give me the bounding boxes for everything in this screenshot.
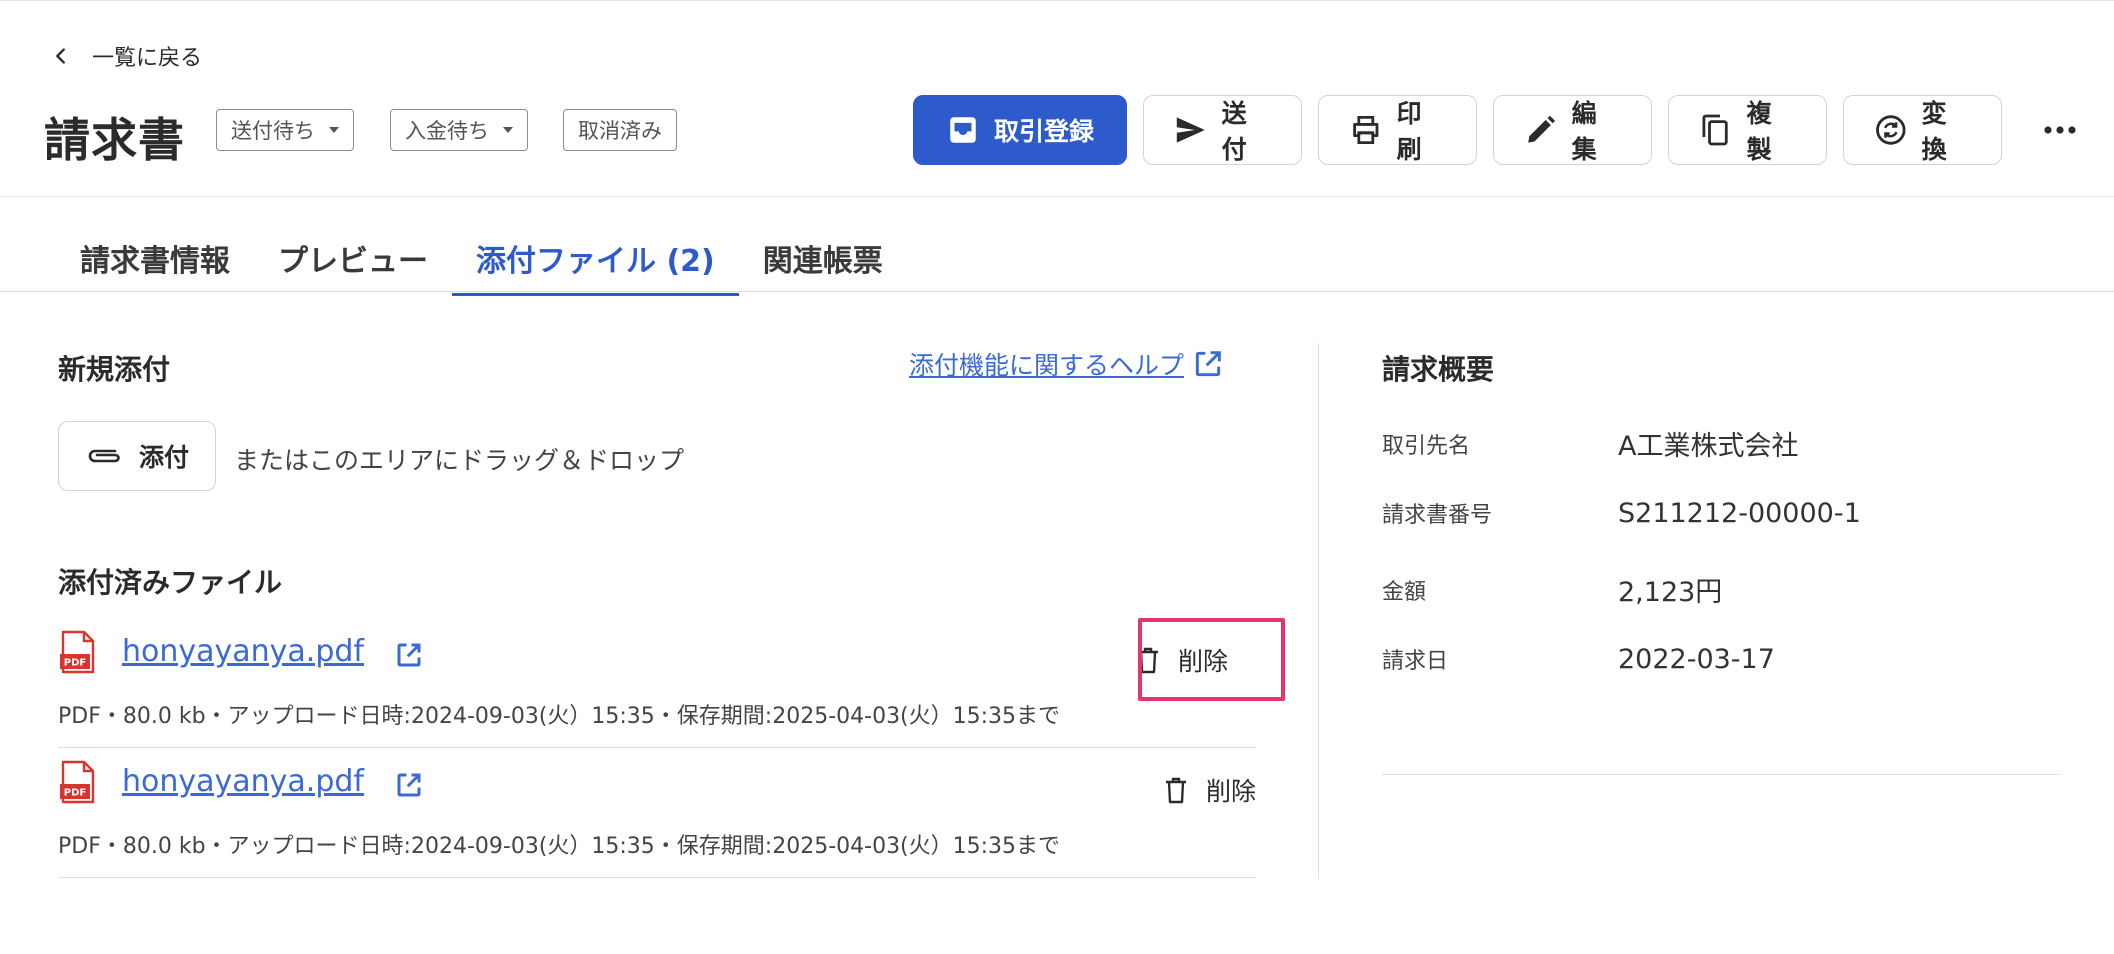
help-link-label: 添付機能に関するヘルプ — [909, 351, 1185, 380]
status-label: 入金待ち — [405, 119, 489, 143]
copy-icon — [1702, 114, 1728, 146]
file-meta: PDF・80.0 kb・アップロード日時:2024-09-03(火）15:35・… — [58, 834, 1061, 859]
svg-text:PDF: PDF — [64, 658, 86, 669]
tab-preview[interactable]: プレビュー — [254, 236, 452, 292]
attach-button[interactable]: 添付 — [58, 421, 216, 491]
delete-file-button[interactable]: 削除 — [1136, 642, 1228, 678]
button-label: 複製 — [1746, 99, 1772, 164]
delete-label: 削除 — [1205, 777, 1256, 806]
delete-file-button[interactable]: 削除 — [1164, 772, 1256, 808]
caret-down-icon — [503, 127, 513, 133]
delete-label: 削除 — [1177, 647, 1228, 676]
summary-divider — [1382, 774, 2059, 775]
tab-attachments[interactable]: 添付ファイル (2) — [452, 236, 739, 296]
status-label: 取消済み — [578, 119, 662, 143]
register-transaction-button[interactable]: 取引登録 — [913, 95, 1127, 165]
top-border — [0, 0, 2114, 1]
convert-icon — [1876, 115, 1906, 145]
tab-invoice-info[interactable]: 請求書情報 — [56, 236, 254, 292]
file-meta: PDF・80.0 kb・アップロード日時:2024-09-03(火）15:35・… — [58, 704, 1061, 729]
trash-icon — [1165, 777, 1186, 804]
tab-divider — [0, 291, 2114, 292]
pdf-file-icon: PDF — [60, 760, 95, 804]
attachment-help-link[interactable]: 添付機能に関するヘルプ — [909, 346, 1224, 382]
status-cancelled-badge: 取消済み — [563, 109, 677, 151]
trash-icon — [1137, 647, 1158, 674]
file-name-link[interactable]: honyayanya.pdf — [122, 764, 364, 799]
page-title: 請求書 — [44, 113, 185, 167]
status-payment-dropdown[interactable]: 入金待ち — [390, 109, 528, 151]
more-horizontal-icon — [2044, 126, 2076, 134]
tab-related-documents[interactable]: 関連帳票 — [739, 236, 907, 292]
new-attachment-title: 新規添付 — [58, 353, 171, 386]
summary-row-client: 取引先名 A工業株式会社 — [1382, 424, 1798, 463]
status-send-dropdown[interactable]: 送付待ち — [216, 109, 354, 151]
action-toolbar: 取引登録 送付 印刷 編集 複製 変換 — [913, 95, 2002, 165]
pdf-file-icon: PDF — [60, 630, 95, 674]
summary-key: 金額 — [1382, 579, 1427, 605]
button-label: 変換 — [1921, 99, 1947, 164]
open-external-icon[interactable] — [394, 640, 424, 670]
summary-row-amount: 金額 2,123円 — [1382, 570, 1722, 609]
send-icon — [1176, 117, 1205, 143]
summary-row-invoice-number: 請求書番号 S211212-00000-1 — [1382, 497, 1861, 529]
back-link[interactable]: 一覧に戻る — [50, 40, 202, 72]
invoice-summary-title: 請求概要 — [1382, 353, 1495, 386]
summary-value: S211212-00000-1 — [1618, 497, 1861, 529]
file-name-link[interactable]: honyayanya.pdf — [122, 634, 364, 669]
header-divider — [0, 196, 2114, 197]
more-menu-button[interactable] — [2038, 110, 2082, 150]
tab-bar: 請求書情報 プレビュー 添付ファイル (2) 関連帳票 — [56, 236, 907, 296]
attached-files-title: 添付済みファイル — [58, 566, 283, 599]
pencil-icon — [1528, 115, 1556, 143]
print-button[interactable]: 印刷 — [1318, 95, 1477, 165]
attach-button-label: 添付 — [138, 443, 189, 472]
printer-icon — [1353, 116, 1379, 144]
edit-button[interactable]: 編集 — [1493, 95, 1652, 165]
summary-value: A工業株式会社 — [1618, 431, 1799, 462]
button-label: 印刷 — [1396, 99, 1422, 164]
attached-file-row: PDF honyayanya.pdf PDF・80.0 kb・アップロード日時:… — [58, 748, 1256, 878]
inbox-icon — [950, 117, 976, 143]
external-link-icon — [1195, 351, 1221, 377]
button-label: 取引登録 — [993, 117, 1094, 146]
attached-file-row: PDF honyayanya.pdf PDF・80.0 kb・アップロード日時:… — [58, 618, 1256, 748]
summary-value: 2022-03-17 — [1618, 643, 1775, 675]
summary-key: 取引先名 — [1382, 433, 1471, 459]
paperclip-icon — [88, 449, 120, 463]
status-label: 送付待ち — [231, 119, 315, 143]
button-label: 送付 — [1221, 99, 1247, 164]
chevron-left-icon — [56, 48, 65, 64]
summary-key: 請求日 — [1382, 649, 1449, 674]
column-divider — [1318, 343, 1319, 879]
convert-button[interactable]: 変換 — [1843, 95, 2002, 165]
back-label: 一覧に戻る — [92, 46, 203, 71]
summary-key: 請求書番号 — [1382, 503, 1493, 528]
caret-down-icon — [329, 127, 339, 133]
open-external-icon[interactable] — [394, 770, 424, 800]
button-label: 編集 — [1571, 99, 1597, 164]
duplicate-button[interactable]: 複製 — [1668, 95, 1827, 165]
svg-text:PDF: PDF — [64, 788, 86, 799]
drop-zone-hint[interactable]: またはこのエリアにドラッグ＆ドロップ — [234, 441, 684, 477]
send-button[interactable]: 送付 — [1143, 95, 1302, 165]
summary-row-invoice-date: 請求日 2022-03-17 — [1382, 643, 1775, 675]
summary-value: 2,123円 — [1618, 577, 1723, 608]
